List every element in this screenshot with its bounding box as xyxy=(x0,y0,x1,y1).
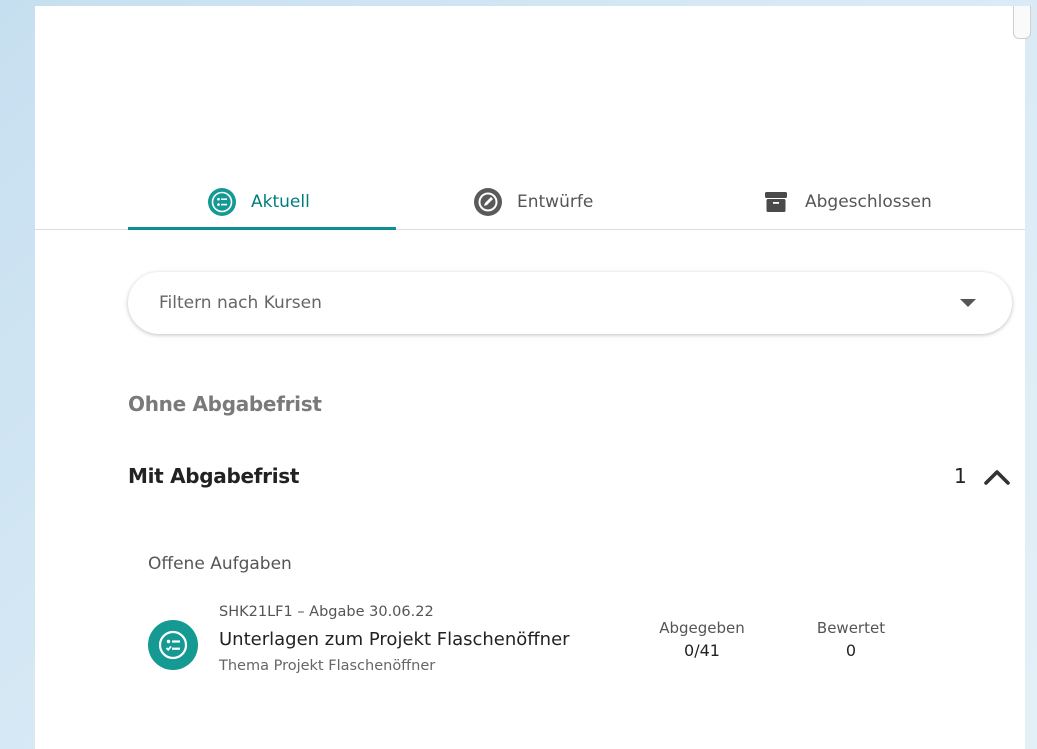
stat-abgegeben-value: 0/41 xyxy=(684,641,720,660)
main-panel: Aktuell Entwürfe Abgeschlossen Filtern n… xyxy=(35,6,1031,749)
mit-abgabefrist-count: 1 xyxy=(954,464,967,488)
section-ohne-abgabefrist[interactable]: Ohne Abgabefrist xyxy=(128,392,322,416)
tab-aktuell[interactable]: Aktuell xyxy=(207,176,310,228)
stat-abgegeben: Abgegeben 0/41 xyxy=(652,619,752,660)
tab-aktuell-label: Aktuell xyxy=(251,192,310,212)
tab-bar: Aktuell Entwürfe Abgeschlossen xyxy=(35,176,1025,230)
caret-down-icon xyxy=(960,299,976,307)
course-filter-placeholder: Filtern nach Kursen xyxy=(159,293,322,313)
stat-bewertet-label: Bewertet xyxy=(816,619,886,637)
chevron-up-icon[interactable] xyxy=(982,464,1012,490)
draft-icon xyxy=(473,187,503,217)
task-title[interactable]: Unterlagen zum Projekt Flaschenöffner xyxy=(219,629,570,650)
task-course-deadline: SHK21LF1 – Abgabe 30.06.22 xyxy=(219,604,434,620)
offene-aufgaben-heading: Offene Aufgaben xyxy=(148,554,292,574)
active-tab-indicator xyxy=(128,227,396,230)
course-filter-select[interactable]: Filtern nach Kursen xyxy=(128,272,1012,334)
stat-bewertet-value: 0 xyxy=(845,641,857,660)
tab-abgeschlossen[interactable]: Abgeschlossen xyxy=(761,176,932,228)
task-item[interactable]: SHK21LF1 – Abgabe 30.06.22 Unterlagen zu… xyxy=(148,604,1008,694)
stat-abgegeben-label: Abgegeben xyxy=(659,619,745,637)
tab-entwuerfe[interactable]: Entwürfe xyxy=(473,176,593,228)
task-list-icon xyxy=(207,187,237,217)
stat-bewertet: Bewertet 0 xyxy=(806,619,896,660)
archive-icon xyxy=(761,187,791,217)
section-mit-abgabefrist[interactable]: Mit Abgabefrist xyxy=(128,464,299,488)
corner-menu-button[interactable] xyxy=(1013,6,1031,39)
task-checklist-icon xyxy=(148,620,198,670)
task-topic: Thema Projekt Flaschenöffner xyxy=(219,658,436,674)
tab-abgeschlossen-label: Abgeschlossen xyxy=(805,192,932,212)
tab-entwuerfe-label: Entwürfe xyxy=(517,192,594,212)
